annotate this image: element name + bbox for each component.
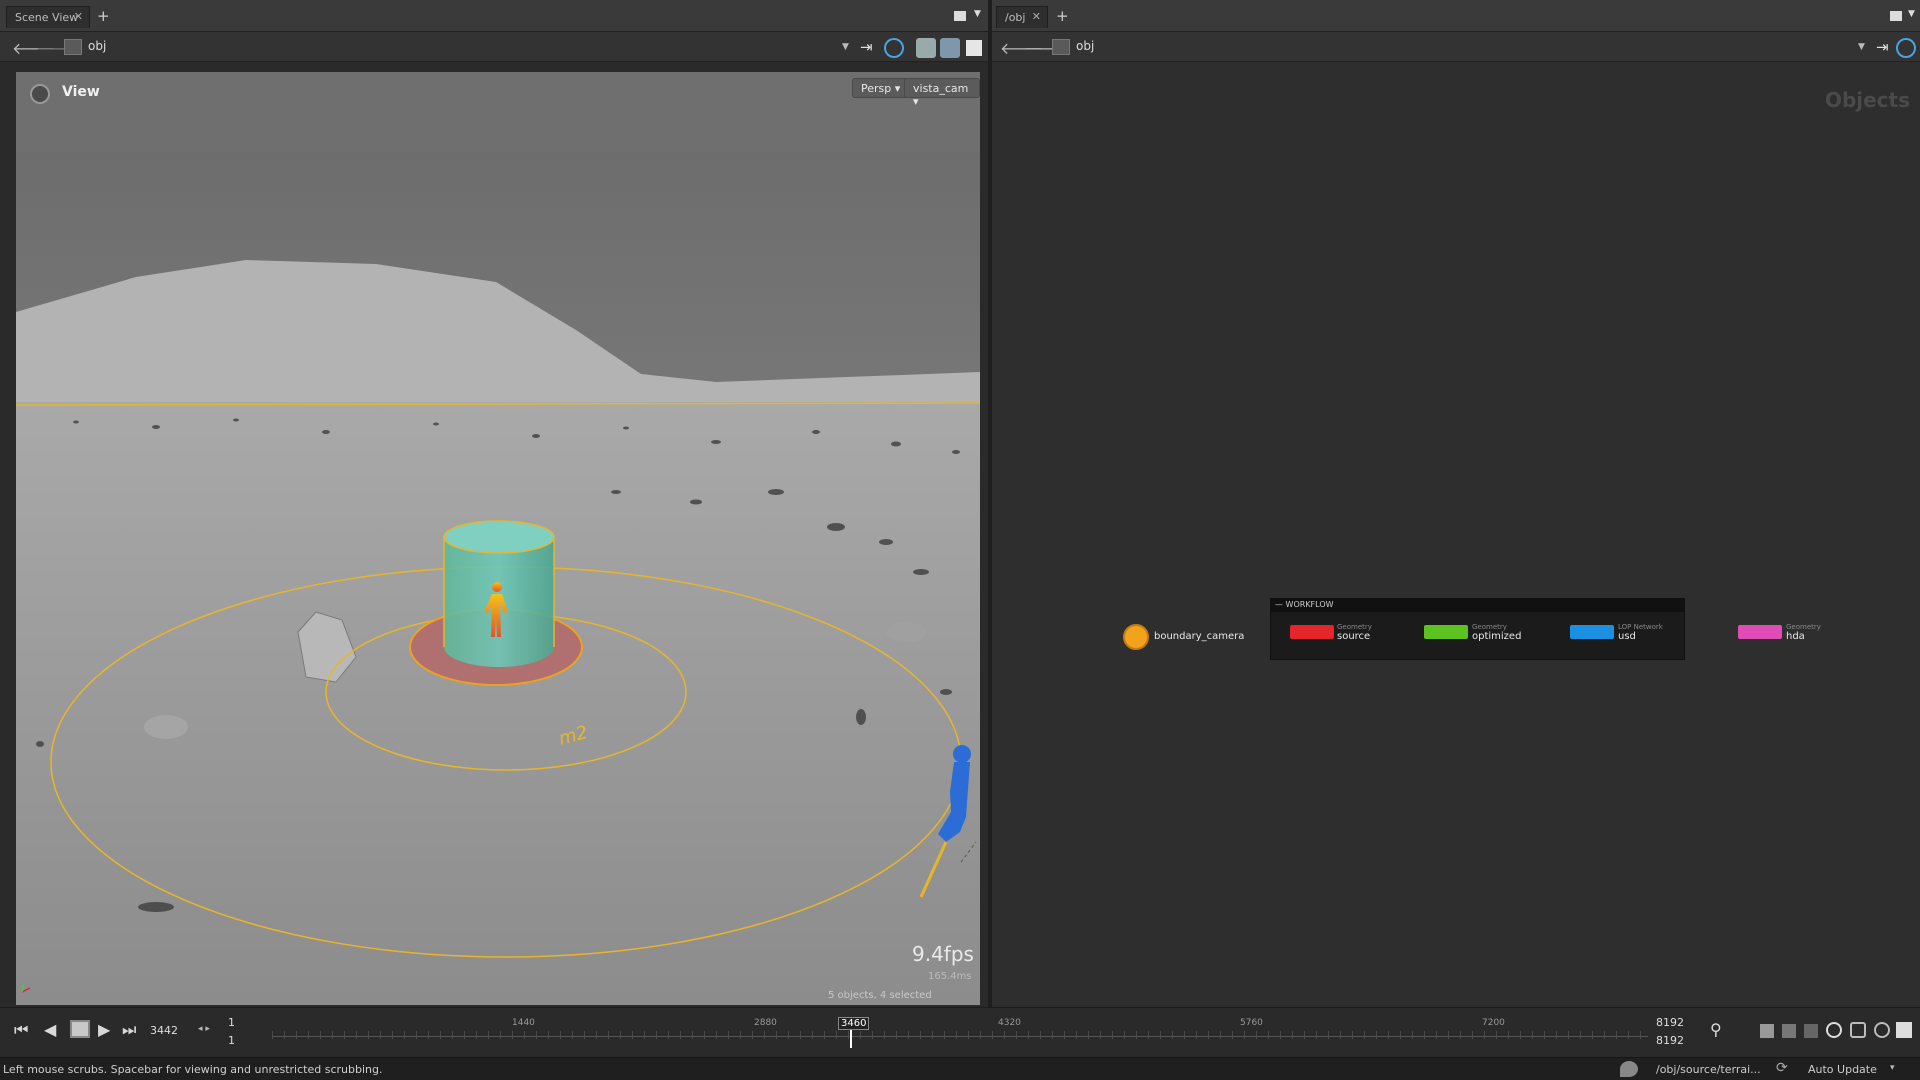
step-arrows-icon[interactable]: ◂ ▸ (198, 1024, 210, 1034)
play-icon[interactable]: ▶ (98, 1020, 110, 1039)
view-icon[interactable] (30, 84, 50, 104)
right-tabbar: /obj ✕ + ▼ (992, 0, 1920, 32)
realtime-icon[interactable] (1826, 1022, 1842, 1038)
jump-start-icon[interactable]: ⏮ (14, 1020, 28, 1040)
camera-options-icon[interactable] (940, 38, 960, 58)
tick-label: 5760 (1240, 1018, 1263, 1028)
close-icon[interactable]: ✕ (74, 10, 83, 23)
tick-label: 7200 (1482, 1018, 1505, 1028)
start-frame-field[interactable]: 1 (228, 1016, 235, 1029)
link-icon[interactable] (1896, 38, 1916, 58)
chevron-down-icon[interactable]: ▼ (1908, 9, 1915, 19)
pin-icon[interactable]: ⇥ (860, 38, 880, 58)
camera-menu[interactable]: vista_cam ▾ (904, 78, 980, 108)
end-frame-field[interactable]: 8192 (1656, 1016, 1684, 1029)
node-usd[interactable] (1570, 625, 1614, 639)
playbar-options-icon[interactable] (1896, 1022, 1912, 1038)
camera-node-icon[interactable] (1123, 624, 1149, 650)
tab-label: Scene View (15, 11, 79, 24)
node-hda[interactable] (1738, 625, 1782, 639)
path-field[interactable]: obj (1076, 39, 1094, 53)
tab-scene-view[interactable]: Scene View ✕ (6, 6, 90, 28)
timeline-tool-icon[interactable] (1804, 1024, 1818, 1038)
right-pathbar: 🡐 🡒 obj ▼ ⇥ (992, 32, 1920, 62)
rock (886, 622, 926, 642)
view-label: View (62, 84, 100, 100)
refresh-icon[interactable]: ⟳ (1776, 1060, 1788, 1076)
node-hda-name[interactable]: hda (1786, 631, 1805, 642)
scene-viewport[interactable]: m2 View Persp ▾ vista_cam ▾ 9.4fps 165.4… (16, 72, 980, 1005)
rock (144, 715, 188, 739)
timeline-track[interactable]: 1440 2880 4320 5760 7200 3460 (272, 1017, 1648, 1048)
link-icon[interactable] (884, 38, 904, 58)
network-box-title: WORKFLOW (1285, 600, 1334, 609)
node-hda-type: Geometry (1786, 623, 1821, 631)
pin-icon[interactable]: ⇥ (1876, 38, 1896, 58)
ground (16, 402, 980, 1005)
jump-end-icon[interactable]: ⏭ (122, 1020, 136, 1040)
add-tab-icon[interactable]: + (1056, 7, 1069, 25)
node-source-name[interactable]: source (1337, 631, 1370, 642)
tab-label: /obj (1005, 11, 1026, 24)
node-usd-type: LOP Network (1618, 623, 1663, 631)
selection-info: 5 objects, 4 selected (828, 990, 932, 1001)
network-type-icon[interactable] (64, 39, 82, 55)
tick-label: 1440 (512, 1018, 535, 1028)
pane-divider[interactable] (988, 0, 992, 1007)
timeline-tool-icon[interactable] (1760, 1024, 1774, 1038)
pane-menu-icon[interactable] (954, 11, 966, 21)
tab-obj[interactable]: /obj ✕ (996, 6, 1048, 28)
start-frame-field-2[interactable]: 1 (228, 1034, 235, 1047)
playbar: ⏮ ◀ ▶ ⏭ 3442 ◂ ▸ 1 1 1440 2880 4320 5760… (0, 1007, 1920, 1057)
step-back-icon[interactable]: ◀ (44, 1020, 56, 1039)
add-tab-icon[interactable]: + (97, 7, 110, 25)
maximize-icon[interactable] (966, 40, 982, 56)
cylinder-top (443, 520, 555, 554)
playhead-handle[interactable] (850, 1030, 852, 1048)
close-icon[interactable]: ✕ (1032, 10, 1041, 23)
stop-button[interactable] (70, 1020, 90, 1038)
chevron-down-icon[interactable]: ▼ (974, 9, 981, 19)
node-optimized[interactable] (1424, 625, 1468, 639)
node-optimized-type: Geometry (1472, 623, 1507, 631)
context-label: Objects (1824, 88, 1910, 112)
scene-render: m2 (16, 152, 980, 1005)
camera-label: vista_cam (913, 82, 969, 95)
end-frame-field-2[interactable]: 8192 (1656, 1034, 1684, 1047)
current-frame-field[interactable]: 3442 (150, 1024, 178, 1037)
loop-icon[interactable] (1850, 1022, 1866, 1038)
persp-menu[interactable]: Persp ▾ (852, 78, 910, 98)
status-message: Left mouse scrubs. Spacebar for viewing … (3, 1063, 383, 1076)
node-source-type: Geometry (1337, 623, 1372, 631)
tick-label: 4320 (998, 1018, 1021, 1028)
persp-label: Persp (861, 82, 892, 95)
status-bar: Left mouse scrubs. Spacebar for viewing … (0, 1057, 1920, 1080)
key-icon[interactable]: ⚲ (1710, 1020, 1722, 1039)
node-optimized-name[interactable]: optimized (1472, 631, 1521, 642)
fps-readout: 9.4fps (912, 942, 974, 966)
node-source[interactable] (1290, 625, 1334, 639)
path-dropdown-icon[interactable]: ▼ (842, 42, 849, 52)
left-tabbar: Scene View ✕ + ▼ (0, 0, 988, 32)
display-options-icon[interactable] (916, 38, 936, 58)
left-pathbar: 🡐 🡒 obj ▼ ⇥ (0, 32, 988, 62)
chevron-down-icon[interactable]: ▾ (1890, 1063, 1895, 1073)
tick-label: 2880 (754, 1018, 777, 1028)
playhead-frame-label: 3460 (838, 1017, 870, 1030)
timeline-minor-ticks (272, 1031, 1648, 1039)
timeline-tool-icon[interactable] (1782, 1024, 1796, 1038)
node-path-display[interactable]: /obj/source/terrai... (1656, 1063, 1761, 1076)
frame-time-readout: 165.4ms (928, 971, 972, 982)
path-dropdown-icon[interactable]: ▼ (1858, 42, 1865, 52)
network-type-icon[interactable] (1052, 39, 1070, 55)
pane-menu-icon[interactable] (1890, 11, 1902, 21)
camera-node-name[interactable]: boundary_camera (1154, 631, 1244, 642)
path-field[interactable]: obj (88, 39, 106, 53)
network-editor[interactable]: Objects boundary_camera — WORKFLOW Geome… (992, 62, 1920, 1005)
chat-icon[interactable] (1620, 1061, 1638, 1077)
auto-update-menu[interactable]: Auto Update (1808, 1063, 1877, 1076)
node-usd-name[interactable]: usd (1618, 631, 1636, 642)
audio-icon[interactable] (1874, 1022, 1890, 1038)
network-box-header[interactable]: — WORKFLOW (1271, 599, 1684, 612)
